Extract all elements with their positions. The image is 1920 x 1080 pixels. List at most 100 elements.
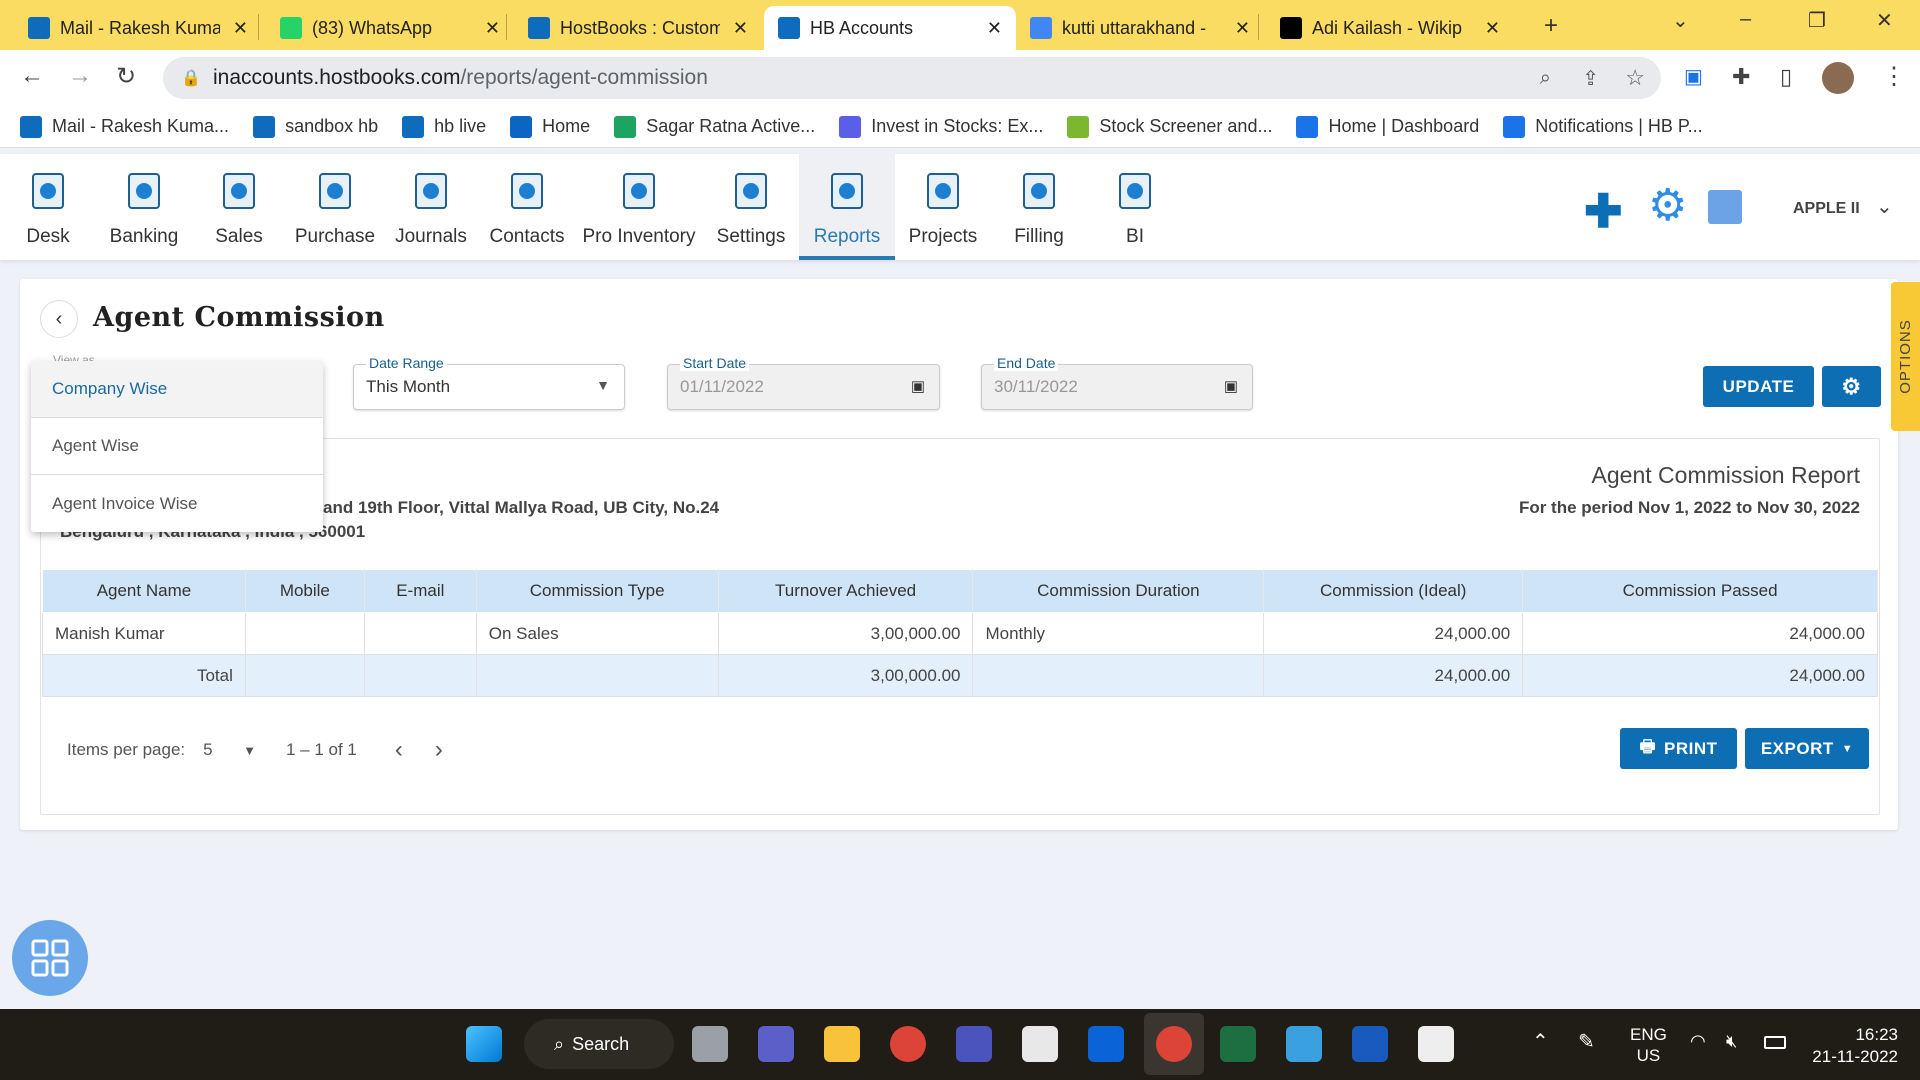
mail-icon[interactable] [1088,1026,1124,1062]
close-tab-icon[interactable]: ✕ [1235,18,1250,39]
items-per-page-select[interactable]: 5 [203,740,243,760]
volume-muted-icon[interactable]: 🔇︎ [1726,1031,1737,1052]
nav-item-reports[interactable]: Reports [799,154,895,260]
browser-tab[interactable]: kutti uttarakhand - ✕ [1016,6,1264,50]
back-arrow-icon[interactable]: ← [20,62,44,90]
column-header[interactable]: Agent Name [42,569,246,613]
nav-item-filling[interactable]: Filling [993,154,1085,260]
wifi-icon[interactable]: ◠ [1690,1031,1706,1052]
previous-page-button[interactable]: ‹ [395,736,403,764]
nav-item-pro-inventory[interactable]: Pro Inventory [579,154,699,260]
nav-item-settings[interactable]: Settings [705,154,797,260]
export-button[interactable]: EXPORT ▼ [1745,728,1869,769]
bookmark-star-icon[interactable]: ☆ [1625,65,1645,91]
reload-icon[interactable]: ↻ [116,62,136,91]
bookmark-item[interactable]: Home | Dashboard [1296,115,1479,138]
battery-icon[interactable] [1764,1036,1786,1049]
start-button[interactable] [466,1026,502,1062]
view-as-option[interactable]: Agent Wise [31,418,323,475]
new-tab-button[interactable]: + [1544,12,1558,40]
calendar-icon[interactable]: ▣ [1224,377,1238,395]
column-header[interactable]: E-mail [363,569,477,613]
teams-icon[interactable] [956,1026,992,1062]
nav-item-banking[interactable]: Banking [98,154,190,260]
forward-arrow-icon[interactable]: → [68,62,92,90]
clock[interactable]: 16:23 21-11-2022 [1812,1024,1898,1068]
snipping-tool-icon[interactable] [1418,1026,1454,1062]
cast-icon[interactable]: ▣ [1684,64,1703,89]
extensions-icon[interactable]: ✚ [1732,64,1750,90]
side-panel-icon[interactable]: ▯ [1780,64,1792,90]
file-explorer-icon[interactable] [824,1026,860,1062]
close-tab-icon[interactable]: ✕ [987,18,1002,39]
print-button[interactable]: 🖶 PRINT [1620,728,1737,769]
pen-icon[interactable]: ✎ [1578,1029,1595,1054]
report-settings-gear-icon[interactable]: ⚙ [1822,366,1881,407]
close-tab-icon[interactable]: ✕ [233,18,248,39]
profile-avatar[interactable] [1822,62,1854,94]
view-as-dropdown[interactable]: View as Company Wise Agent Wise Agent Invo… [31,353,323,532]
calendar-icon[interactable]: ▣ [911,377,925,395]
bookmark-item[interactable]: Home [510,115,590,138]
column-header[interactable]: Commission Duration [972,569,1265,613]
nav-item-bi[interactable]: BI [1089,154,1181,260]
nav-item-sales[interactable]: Sales [193,154,285,260]
settings-gear-icon[interactable]: ⚙ [1648,184,1687,228]
bookmark-item[interactable]: Mail - Rakesh Kuma... [20,115,229,138]
date-range-select[interactable]: Date Range This Month ▼ [353,355,625,410]
language-indicator[interactable]: ENG US [1630,1024,1667,1066]
share-icon[interactable]: ⇪ [1582,66,1599,91]
add-plus-icon[interactable]: ✚ [1584,188,1623,234]
taskbar-search[interactable]: ⌕ Search [524,1019,674,1069]
browser-tab[interactable]: Adi Kailash - Wikip ✕ [1266,6,1514,50]
end-date-field[interactable]: End Date 30/11/2022 ▣ [981,355,1253,410]
url-bar[interactable]: 🔒 inaccounts.hostbooks.com/reports/agent… [163,57,1661,99]
back-button[interactable]: ‹ [40,300,78,338]
nav-item-contacts[interactable]: Contacts [481,154,573,260]
view-as-option[interactable]: Company Wise [31,361,323,418]
close-tab-icon[interactable]: ✕ [485,18,500,39]
menu-kebab-icon[interactable]: ⋮ [1882,62,1906,91]
chevron-up-icon[interactable]: ⌃ [1532,1029,1549,1054]
close-tab-icon[interactable]: ✕ [733,18,748,39]
close-window-button[interactable]: ✕ [1876,8,1893,33]
browser-tab[interactable]: HB Accounts ✕ [764,6,1016,50]
task-view-icon[interactable] [692,1026,728,1062]
store-icon[interactable] [1022,1026,1058,1062]
minimize-button[interactable]: – [1740,8,1751,31]
browser-tab[interactable]: HostBooks : Custom ✕ [514,6,762,50]
tab-search-chevron-icon[interactable]: ⌄ [1672,8,1689,33]
chevron-down-icon[interactable]: ⌄ [1876,194,1893,219]
bookmark-item[interactable]: sandbox hb [253,115,378,138]
column-header[interactable]: Turnover Achieved [717,569,974,613]
nav-item-journals[interactable]: Journals [385,154,477,260]
view-as-option[interactable]: Agent Invoice Wise [31,475,323,532]
bookmark-item[interactable]: Stock Screener and... [1067,115,1272,138]
next-page-button[interactable]: › [435,736,443,764]
apps-grid-button[interactable] [12,920,88,996]
browser-tab[interactable]: (83) WhatsApp ✕ [266,6,514,50]
close-tab-icon[interactable]: ✕ [1485,18,1500,39]
zoom-icon[interactable]: ⌕ [1540,67,1551,90]
column-header[interactable]: Mobile [244,569,365,613]
excel-icon[interactable] [1220,1026,1256,1062]
company-selector[interactable]: APPLE II [1793,200,1860,218]
column-header[interactable]: Commission (Ideal) [1263,569,1524,613]
update-button[interactable]: UPDATE [1703,366,1814,407]
chrome-active-icon[interactable] [1156,1026,1192,1062]
dropdown-arrow-icon[interactable]: ▼ [243,743,256,758]
chat-icon[interactable] [758,1026,794,1062]
nav-item-purchase[interactable]: Purchase [289,154,381,260]
options-side-tab[interactable]: OPTIONS [1891,282,1920,431]
bookmark-item[interactable]: Notifications | HB P... [1503,115,1703,138]
notepad-icon[interactable] [1286,1026,1322,1062]
column-header[interactable]: Commission Passed [1522,569,1878,613]
bookmark-item[interactable]: Invest in Stocks: Ex... [839,115,1043,138]
column-header[interactable]: Commission Type [475,569,719,613]
browser-tab[interactable]: Mail - Rakesh Kuma ✕ [14,6,262,50]
word-icon[interactable] [1352,1026,1388,1062]
nav-item-projects[interactable]: Projects [897,154,989,260]
restore-button[interactable]: ❐ [1808,8,1826,33]
calculator-icon[interactable] [1708,190,1742,224]
bookmark-item[interactable]: hb live [402,115,486,138]
